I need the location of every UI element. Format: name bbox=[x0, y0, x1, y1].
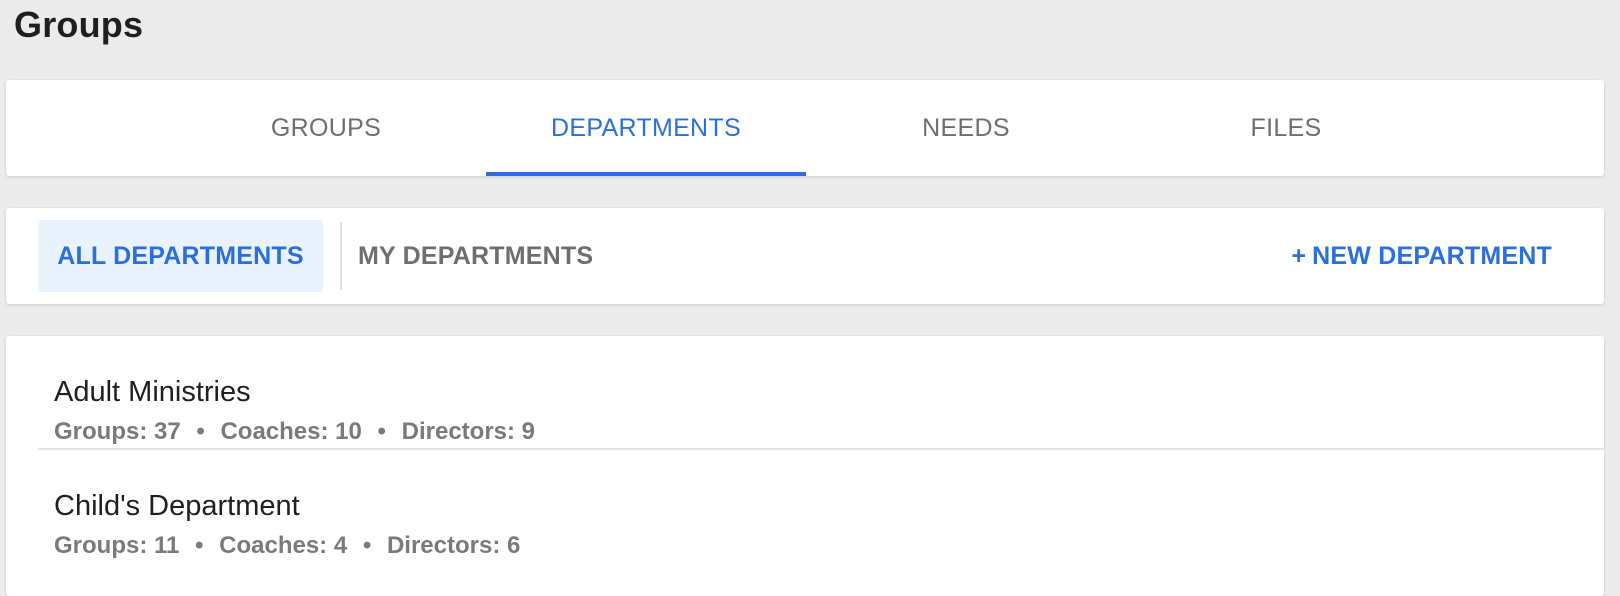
new-department-label: NEW DEPARTMENT bbox=[1312, 242, 1552, 271]
list-item[interactable]: Adult Ministries Groups: 37 • Coaches: 1… bbox=[38, 336, 1604, 450]
department-name: Adult Ministries bbox=[54, 376, 251, 409]
tab-needs[interactable]: NEEDS bbox=[806, 80, 1126, 176]
coaches-count: 4 bbox=[334, 532, 347, 559]
main-tab-bar: GROUPS DEPARTMENTS NEEDS FILES bbox=[6, 80, 1604, 176]
plus-icon: + bbox=[1291, 242, 1306, 271]
separator: • bbox=[196, 418, 204, 445]
department-list: Adult Ministries Groups: 37 • Coaches: 1… bbox=[6, 336, 1604, 596]
department-stats: Groups: 37 • Coaches: 10 • Directors: 9 bbox=[54, 418, 535, 446]
department-stats: Groups: 11 • Coaches: 4 • Directors: 6 bbox=[54, 532, 520, 560]
separator: • bbox=[195, 532, 203, 559]
directors-label: Directors: bbox=[387, 532, 500, 559]
list-item[interactable]: Child's Department Groups: 11 • Coaches:… bbox=[38, 452, 1604, 566]
new-department-button[interactable]: + NEW DEPARTMENT bbox=[1291, 220, 1552, 292]
groups-label: Groups: bbox=[54, 532, 147, 559]
directors-count: 6 bbox=[507, 532, 520, 559]
department-filter-bar: ALL DEPARTMENTS MY DEPARTMENTS + NEW DEP… bbox=[6, 208, 1604, 304]
coaches-label: Coaches: bbox=[219, 532, 327, 559]
groups-count: 37 bbox=[154, 418, 181, 445]
page-title: Groups bbox=[14, 4, 143, 46]
separator: • bbox=[378, 418, 386, 445]
groups-label: Groups: bbox=[54, 418, 147, 445]
coaches-label: Coaches: bbox=[220, 418, 328, 445]
tab-departments[interactable]: DEPARTMENTS bbox=[486, 80, 806, 176]
directors-label: Directors: bbox=[402, 418, 515, 445]
groups-count: 11 bbox=[154, 532, 179, 559]
my-departments-filter[interactable]: MY DEPARTMENTS bbox=[358, 220, 593, 292]
separator: • bbox=[363, 532, 371, 559]
tab-groups[interactable]: GROUPS bbox=[166, 80, 486, 176]
directors-count: 9 bbox=[522, 418, 535, 445]
department-name: Child's Department bbox=[54, 490, 300, 523]
tab-files[interactable]: FILES bbox=[1126, 80, 1446, 176]
filter-divider bbox=[340, 222, 342, 290]
coaches-count: 10 bbox=[335, 418, 362, 445]
all-departments-filter[interactable]: ALL DEPARTMENTS bbox=[38, 220, 323, 292]
